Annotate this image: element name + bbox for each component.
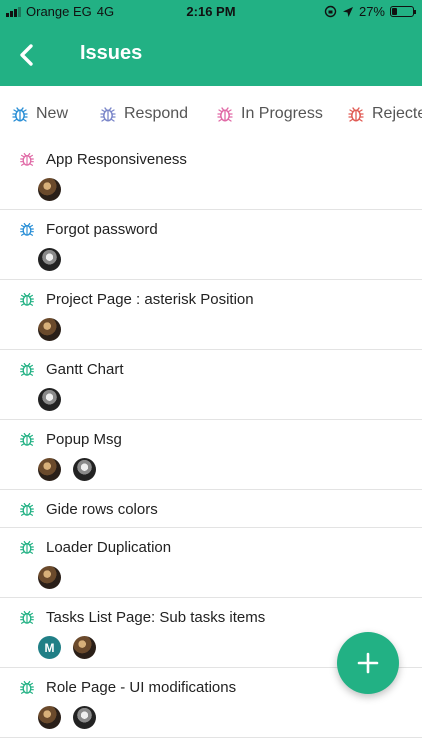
status-bar: Orange EG 4G 2:16 PM 27% [0,0,422,24]
issue-row[interactable]: Project Page : asterisk Position [0,280,422,350]
issue-title: App Responsiveness [46,150,187,168]
bug-icon [348,107,364,122]
assignee-avatars [38,178,61,201]
tab-respond[interactable]: Respond [98,104,188,124]
status-tabs: New Respond In Progress Rejecte [0,92,422,136]
bug-icon [20,292,34,306]
back-button[interactable] [12,40,40,70]
issue-title: Gantt Chart [46,360,124,378]
status-right: 27% [324,4,416,19]
tab-in-progress[interactable]: In Progress [215,104,323,124]
avatar[interactable] [73,706,96,729]
add-issue-button[interactable] [337,632,399,694]
bug-icon [20,610,34,624]
assignee-avatars [38,248,61,271]
avatar[interactable] [38,458,61,481]
bug-icon [20,680,34,694]
issue-title-line: Gide rows colors [18,500,158,518]
tab-new[interactable]: New [10,104,68,124]
avatar[interactable] [73,636,96,659]
issue-row[interactable]: Gantt Chart [0,350,422,420]
app-header: Orange EG 4G 2:16 PM 27% Issues [0,0,422,86]
assignee-avatars [38,566,61,589]
tab-label: Respond [124,105,189,122]
issue-title-line: Forgot password [18,220,158,238]
assignee-avatars [38,458,96,481]
issue-title: Popup Msg [46,430,122,448]
bug-icon [20,152,34,166]
avatar-initial[interactable]: M [38,636,61,659]
assignee-avatars [38,388,61,411]
assignee-avatars [38,318,61,341]
issue-title: Tasks List Page: Sub tasks items [46,608,266,626]
issue-row[interactable]: Popup Msg [0,420,422,490]
location-icon [342,6,353,17]
bug-icon [20,222,34,236]
chevron-left-icon [20,44,33,66]
rotation-lock-icon [324,5,337,18]
issue-title-line: App Responsiveness [18,150,187,168]
battery-icon [390,6,416,17]
issue-title: Loader Duplication [46,538,172,556]
issue-title: Role Page - UI modifications [46,678,237,696]
bug-icon [100,107,116,122]
assignee-avatars [38,706,96,729]
issue-title-line: Role Page - UI modifications [18,678,236,696]
avatar[interactable] [38,566,61,589]
issue-title: Project Page : asterisk Position [46,290,254,308]
bug-icon [20,432,34,446]
issue-title-line: Gantt Chart [18,360,124,378]
battery-percent: 27% [358,4,385,19]
issue-title: Gide rows colors [46,500,158,518]
avatar[interactable] [38,388,61,411]
issue-title-line: Tasks List Page: Sub tasks items [18,608,265,626]
avatar[interactable] [38,706,61,729]
assignee-avatars: M [38,636,96,659]
issue-title: Forgot password [46,220,158,238]
page-title: Issues [80,42,143,64]
issue-title-line: Project Page : asterisk Position [18,290,254,308]
issue-row[interactable]: Loader Duplication [0,528,422,598]
avatar[interactable] [38,248,61,271]
tab-label: New [36,105,69,122]
bug-icon [217,107,233,122]
issue-title-line: Popup Msg [18,430,122,448]
avatar[interactable] [38,318,61,341]
issue-row[interactable]: App Responsiveness [0,140,422,210]
avatar[interactable] [73,458,96,481]
tab-label: In Progress [241,105,323,122]
issue-title-line: Loader Duplication [18,538,171,556]
bug-icon [20,540,34,554]
plus-icon [357,652,379,674]
bug-icon [20,502,34,516]
bug-icon [20,362,34,376]
issue-row[interactable]: Gide rows colors [0,490,422,528]
issue-row[interactable]: Forgot password [0,210,422,280]
tab-rejecte[interactable]: Rejecte [346,104,422,124]
bug-icon [12,107,28,122]
tab-label: Rejecte [372,105,422,122]
avatar[interactable] [38,178,61,201]
